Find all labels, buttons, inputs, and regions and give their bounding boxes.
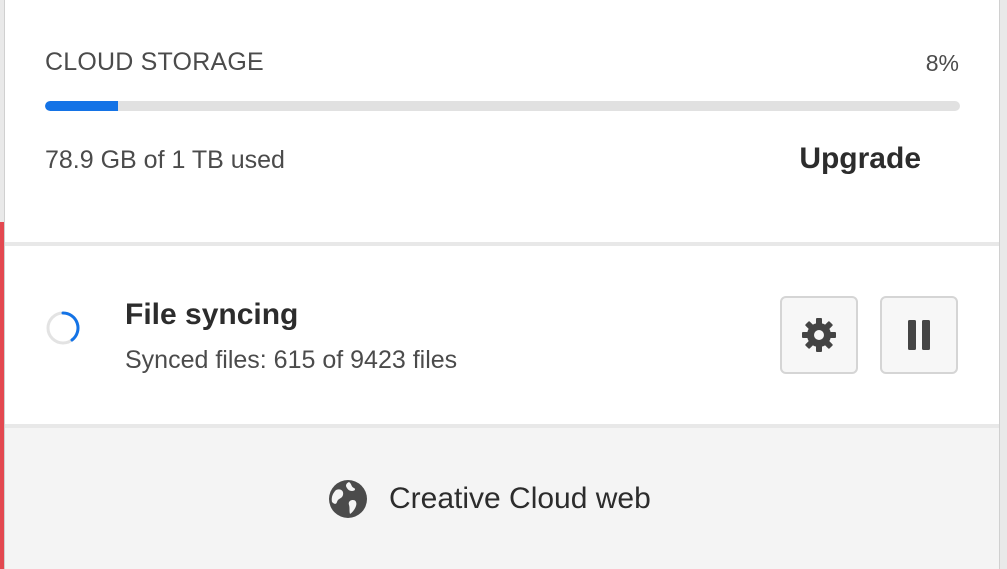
loading-spinner-icon	[46, 311, 80, 345]
sync-status: Synced files: 615 of 9423 files	[125, 346, 458, 374]
storage-used-text: 78.9 GB of 1 TB used	[45, 146, 285, 174]
storage-meter-fill	[45, 101, 119, 111]
sync-title: File syncing	[125, 298, 299, 331]
storage-percent: 8%	[925, 50, 959, 76]
sync-settings-button[interactable]	[780, 296, 858, 374]
creative-cloud-web-link[interactable]: Creative Cloud web	[327, 478, 651, 520]
globe-icon	[329, 480, 367, 518]
pause-icon	[908, 320, 930, 350]
creative-cloud-web-label: Creative Cloud web	[389, 482, 651, 515]
cloud-storage-section: CLOUD STORAGE 8% 78.9 GB of 1 TB used Up…	[5, 0, 999, 242]
window-frame: CLOUD STORAGE 8% 78.9 GB of 1 TB used Up…	[0, 0, 1007, 569]
gear-icon	[802, 318, 836, 352]
footer: Creative Cloud web	[5, 428, 999, 569]
pause-sync-button[interactable]	[880, 296, 958, 374]
creative-cloud-popover: CLOUD STORAGE 8% 78.9 GB of 1 TB used Up…	[4, 0, 1000, 569]
file-sync-section: File syncing Synced files: 615 of 9423 f…	[5, 246, 999, 424]
storage-title: CLOUD STORAGE	[45, 48, 264, 76]
storage-meter	[45, 101, 960, 111]
upgrade-button[interactable]: Upgrade	[799, 142, 921, 176]
